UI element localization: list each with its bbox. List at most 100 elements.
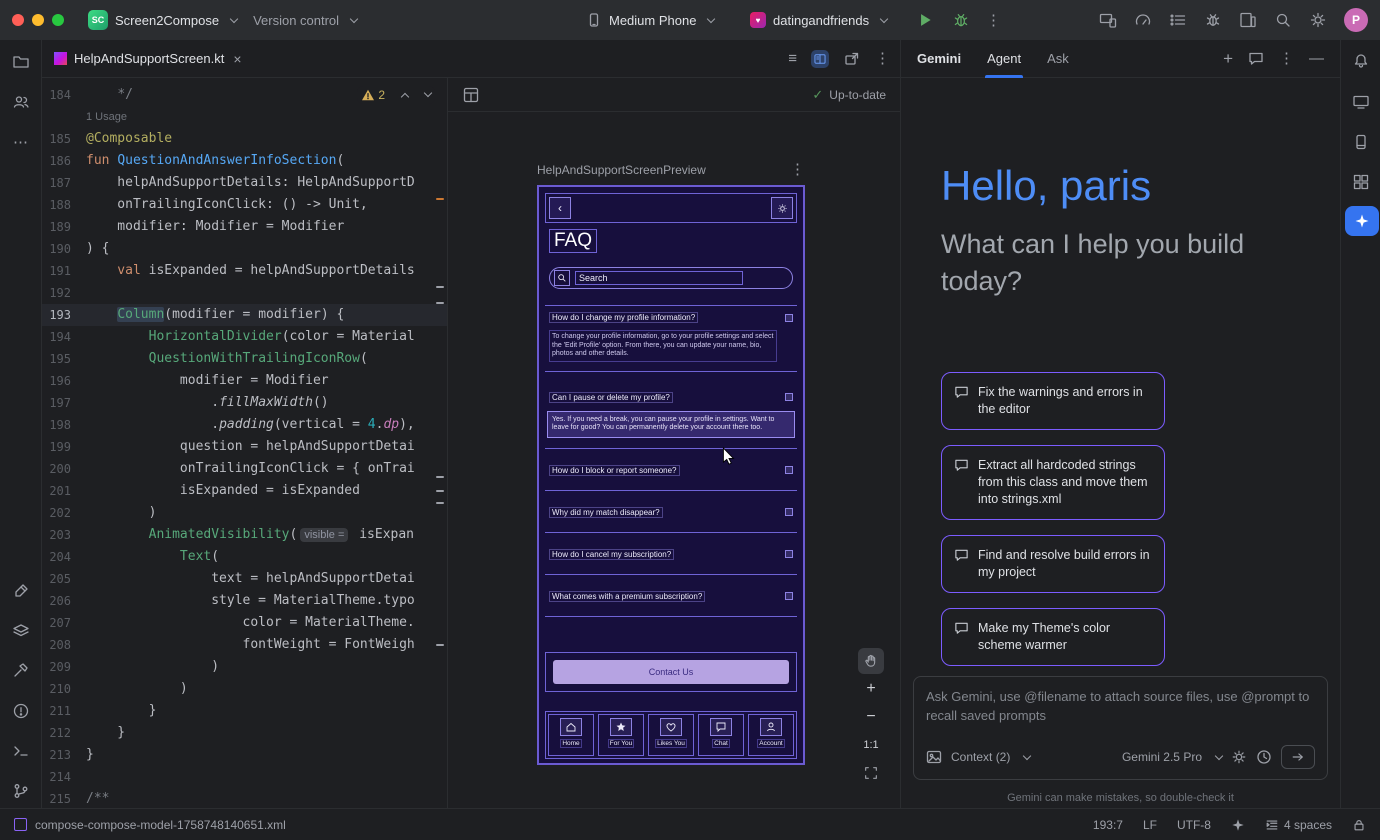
notifications-bell-icon[interactable]	[1352, 52, 1370, 70]
code-line[interactable]: 196 modifier = Modifier	[42, 370, 447, 392]
previous-problem-icon[interactable]	[401, 92, 409, 100]
model-selector[interactable]: Gemini 2.5 Pro	[1122, 750, 1202, 764]
pan-hand-icon[interactable]	[858, 648, 884, 674]
running-devices-icon[interactable]	[1352, 93, 1370, 111]
faq-expand-icon[interactable]	[785, 592, 793, 600]
back-button[interactable]: ‹	[549, 197, 571, 219]
nav-item-heart[interactable]: Likes You	[648, 714, 694, 756]
suggestion-card[interactable]: Extract all hardcoded strings from this …	[941, 445, 1165, 520]
history-clock-icon[interactable]	[1256, 749, 1272, 765]
preview-layout-icon[interactable]	[462, 86, 480, 104]
gemini-spark-button[interactable]	[1345, 206, 1379, 236]
faq-item[interactable]: How do I change my profile information?T…	[539, 306, 803, 371]
collaborators-icon[interactable]	[12, 93, 30, 111]
search-icon[interactable]	[1274, 11, 1292, 29]
close-tab-icon[interactable]: ×	[233, 51, 241, 67]
ai-spark-icon[interactable]	[1231, 818, 1245, 832]
faq-item[interactable]: What comes with a premium subscription?	[539, 575, 803, 616]
preview-canvas[interactable]: HelpAndSupportScreenPreview ⋮ ‹ FAQ Sear…	[448, 112, 900, 807]
new-chat-icon[interactable]: +	[1223, 49, 1233, 69]
settings-gear-icon[interactable]	[771, 197, 793, 219]
code-view-icon[interactable]: ≡	[788, 50, 797, 67]
resource-manager-icon[interactable]	[12, 622, 30, 640]
faq-expand-icon[interactable]	[785, 393, 793, 401]
zoom-window-button[interactable]	[52, 14, 64, 26]
caret-position[interactable]: 193:7	[1093, 818, 1123, 832]
kebab-menu-icon[interactable]: ⋮	[1279, 51, 1294, 66]
tab-ask[interactable]: Ask	[1047, 40, 1069, 78]
problems-icon[interactable]	[12, 702, 30, 720]
nav-item-home[interactable]: Home	[548, 714, 594, 756]
faq-expand-icon[interactable]	[785, 314, 793, 322]
preview-menu-icon[interactable]: ⋮	[790, 162, 805, 177]
hide-panel-icon[interactable]: —	[1309, 50, 1324, 67]
minimize-window-button[interactable]	[32, 14, 44, 26]
send-button[interactable]	[1281, 745, 1315, 769]
code-line[interactable]: 211 }	[42, 700, 447, 722]
code-line[interactable]: 206 style = MaterialTheme.typo	[42, 590, 447, 612]
kebab-menu-icon[interactable]: ⋮	[875, 51, 890, 66]
search-bar[interactable]: Search	[549, 267, 793, 289]
user-avatar[interactable]: P	[1344, 8, 1368, 32]
code-editor[interactable]: 184 */1 Usage185@Composable186fun Questi…	[42, 78, 448, 808]
more-tool-windows-icon[interactable]: ⋯	[12, 133, 30, 151]
todo-list-icon[interactable]	[1169, 11, 1187, 29]
code-line[interactable]: 208 fontWeight = FontWeigh	[42, 634, 447, 656]
device-selector[interactable]: Medium Phone	[578, 6, 722, 34]
faq-expand-icon[interactable]	[785, 508, 793, 516]
context-selector[interactable]: Context (2)	[951, 750, 1010, 764]
code-line[interactable]: 192	[42, 282, 447, 304]
gemini-settings-icon[interactable]	[1231, 749, 1247, 765]
zoom-to-fit-icon[interactable]	[858, 760, 884, 786]
bug-report-icon[interactable]	[1204, 11, 1222, 29]
code-line[interactable]: 209 )	[42, 656, 447, 678]
nav-item-person[interactable]: Account	[748, 714, 794, 756]
nav-item-chat[interactable]: Chat	[698, 714, 744, 756]
code-line[interactable]: 195 QuestionWithTrailingIconRow(	[42, 348, 447, 370]
code-line[interactable]: 213}	[42, 744, 447, 766]
code-line[interactable]: 210 )	[42, 678, 447, 700]
version-control-menu[interactable]: Version control	[245, 6, 365, 34]
suggestion-card[interactable]: Fix the warnings and errors in the edito…	[941, 372, 1165, 430]
more-actions-button[interactable]: ⋮	[978, 6, 1009, 34]
code-line[interactable]: 191 val isExpanded = helpAndSupportDetai…	[42, 260, 447, 282]
code-line[interactable]: 197 .fillMaxWidth()	[42, 392, 447, 414]
build-icon[interactable]	[12, 662, 30, 680]
resource-explorer-icon[interactable]	[1352, 173, 1370, 191]
profiler-icon[interactable]	[1134, 11, 1152, 29]
code-line[interactable]: 215/**	[42, 788, 447, 808]
code-line[interactable]: 212 }	[42, 722, 447, 744]
debug-button[interactable]	[944, 6, 978, 34]
code-line[interactable]: 204 Text(	[42, 546, 447, 568]
layout-inspector-icon[interactable]	[1352, 133, 1370, 151]
status-file-name[interactable]: compose-compose-model-1758748140651.xml	[35, 818, 286, 832]
inspections-widget[interactable]: 2	[357, 86, 435, 104]
contact-us-button[interactable]: Contact Us	[553, 660, 789, 684]
faq-expand-icon[interactable]	[785, 550, 793, 558]
code-line[interactable]: 189 modifier: Modifier = Modifier	[42, 216, 447, 238]
project-folder-icon[interactable]	[12, 53, 30, 71]
suggestion-card[interactable]: Make my Theme's color scheme warmer	[941, 608, 1165, 666]
chat-history-icon[interactable]	[1248, 51, 1264, 67]
faq-item[interactable]: Why did my match disappear?	[539, 491, 803, 532]
tab-agent[interactable]: Agent	[987, 40, 1021, 78]
faq-item[interactable]: How do I block or report someone?	[539, 449, 803, 490]
code-line[interactable]: 203 AnimatedVisibility(visible = isExpan	[42, 524, 447, 546]
faq-item[interactable]: Can I pause or delete my profile?Yes. If…	[539, 372, 803, 448]
code-line[interactable]: 198 .padding(vertical = 4.dp),	[42, 414, 447, 436]
faq-expand-icon[interactable]	[785, 466, 793, 474]
zoom-actual-size-button[interactable]: 1:1	[858, 732, 884, 758]
code-line[interactable]: 188 onTrailingIconClick: () -> Unit,	[42, 194, 447, 216]
code-line[interactable]: 186fun QuestionAndAnswerInfoSection(	[42, 150, 447, 172]
device-manager-icon[interactable]	[1239, 11, 1257, 29]
code-line[interactable]: 214	[42, 766, 447, 788]
version-control-branch-icon[interactable]	[12, 782, 30, 800]
terminal-icon[interactable]	[12, 742, 30, 760]
zoom-in-button[interactable]: +	[858, 676, 884, 702]
suggestion-card[interactable]: Find and resolve build errors in my proj…	[941, 535, 1165, 593]
code-line[interactable]: 185@Composable	[42, 128, 447, 150]
line-ending[interactable]: LF	[1143, 818, 1157, 832]
code-line[interactable]: 187 helpAndSupportDetails: HelpAndSuppor…	[42, 172, 447, 194]
settings-gear-icon[interactable]	[1309, 11, 1327, 29]
code-line[interactable]: 200 onTrailingIconClick = { onTrai	[42, 458, 447, 480]
